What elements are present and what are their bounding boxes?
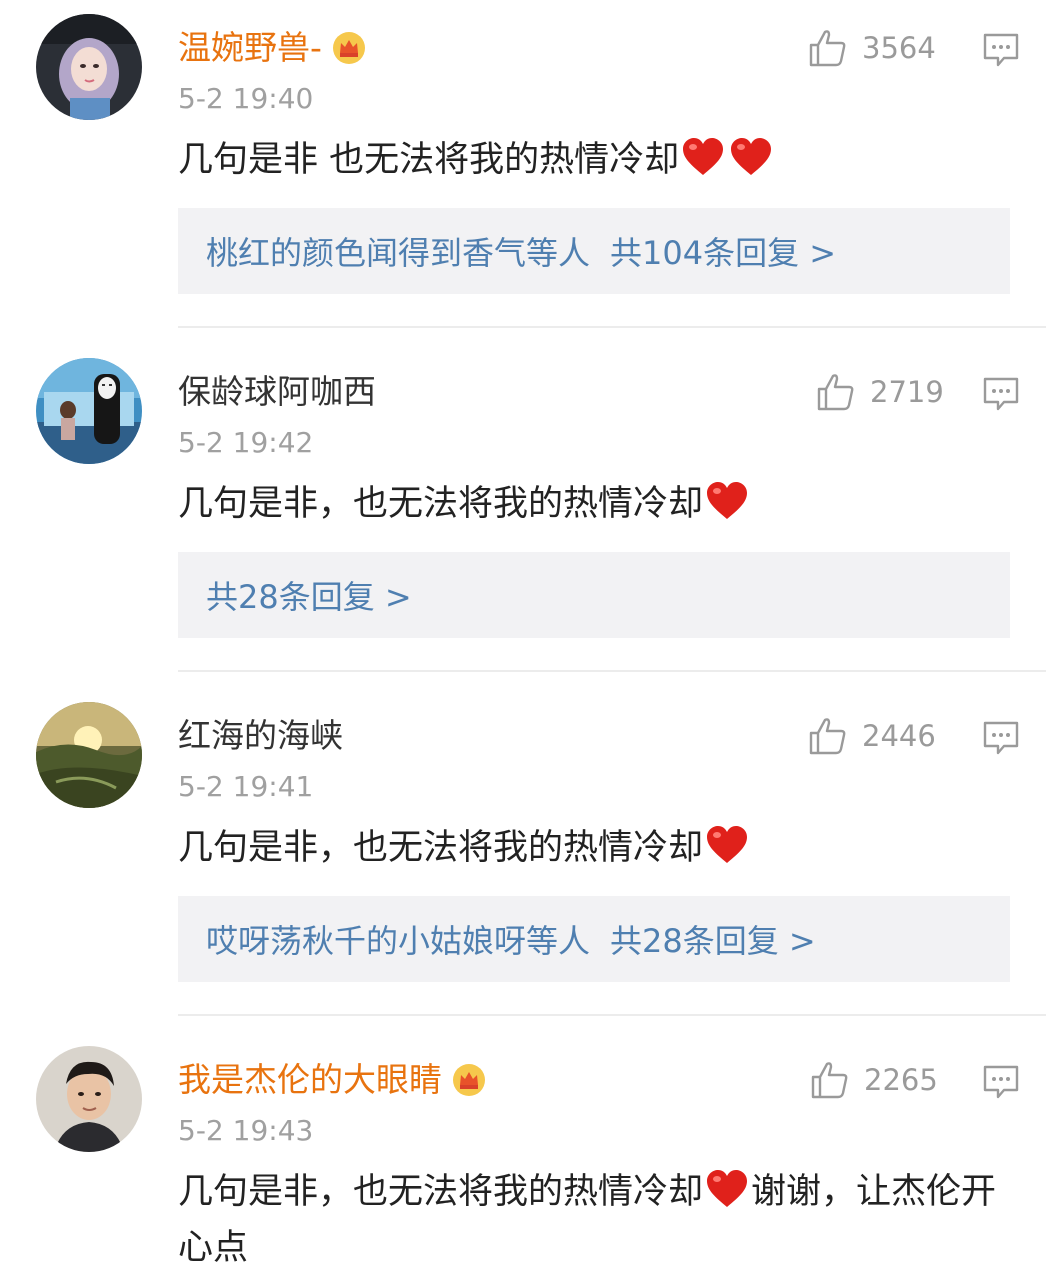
comment-bubble-icon[interactable] (982, 720, 1020, 756)
like-count: 2719 (870, 375, 944, 409)
comment-time: 5-2 19:40 (178, 82, 314, 115)
red-heart-icon (707, 482, 748, 519)
comment-text: 几句是非，也无法将我的热情冷却 (178, 476, 1018, 532)
like-count: 3564 (862, 31, 936, 65)
red-heart-icon (683, 138, 724, 175)
avatar[interactable] (36, 14, 142, 120)
username[interactable]: 红海的海峡 (178, 716, 343, 756)
comment-time: 5-2 19:41 (178, 770, 314, 803)
avatar[interactable] (36, 1046, 142, 1152)
username[interactable]: 我是杰伦的大眼睛 (178, 1060, 486, 1100)
comment-text: 几句是非，也无法将我的热情冷却 谢谢，让杰伦开心点 (178, 1164, 998, 1276)
comment-item: 保龄球阿咖西 5-2 19:42 2719 几句是非，也无法将我的热情冷却 共2… (0, 344, 1046, 674)
comment-item: 温婉野兽- 5-2 19:40 3564 几句是非 也无法将我的热情冷却 桃红的… (0, 0, 1046, 330)
divider (178, 670, 1046, 672)
like-count: 2446 (862, 719, 936, 753)
comment-item: 红海的海峡 5-2 19:41 2446 几句是非，也无法将我的热情冷却 哎呀荡… (0, 688, 1046, 1018)
like-button[interactable]: 2719 (816, 372, 944, 412)
replies-link[interactable]: 共28条回复 > (178, 552, 1010, 638)
comment-bubble-icon[interactable] (982, 32, 1020, 68)
avatar[interactable] (36, 702, 142, 808)
avatar[interactable] (36, 358, 142, 464)
divider (178, 326, 1046, 328)
like-count: 2265 (864, 1063, 938, 1097)
comment-text: 几句是非 也无法将我的热情冷却 (178, 132, 1018, 188)
comment-time: 5-2 19:42 (178, 426, 314, 459)
comment-text: 几句是非，也无法将我的热情冷却 (178, 820, 1018, 876)
red-heart-icon (731, 138, 772, 175)
divider (178, 1014, 1046, 1016)
red-heart-icon (707, 826, 748, 863)
like-button[interactable]: 3564 (808, 28, 936, 68)
replies-link[interactable]: 桃红的颜色闻得到香气等人 共104条回复 > (178, 208, 1010, 294)
replies-link[interactable]: 哎呀荡秋千的小姑娘呀等人 共28条回复 > (178, 896, 1010, 982)
thumbs-up-icon (809, 718, 846, 755)
like-button[interactable]: 2446 (808, 716, 936, 756)
comment-time: 5-2 19:43 (178, 1114, 314, 1147)
thumbs-up-icon (817, 374, 854, 411)
like-button[interactable]: 2265 (810, 1060, 938, 1100)
thumbs-up-icon (809, 30, 846, 67)
thumbs-up-icon (811, 1062, 848, 1099)
red-heart-icon (707, 1170, 748, 1207)
crown-badge-icon (332, 32, 365, 64)
comment-bubble-icon[interactable] (982, 376, 1020, 412)
username[interactable]: 温婉野兽- (178, 28, 366, 68)
username[interactable]: 保龄球阿咖西 (178, 372, 376, 412)
comment-item: 我是杰伦的大眼睛 5-2 19:43 2265 几句是非，也无法将我的热情冷却谢… (0, 1032, 1046, 1280)
comment-bubble-icon[interactable] (982, 1064, 1020, 1100)
crown-badge-icon (453, 1064, 485, 1096)
